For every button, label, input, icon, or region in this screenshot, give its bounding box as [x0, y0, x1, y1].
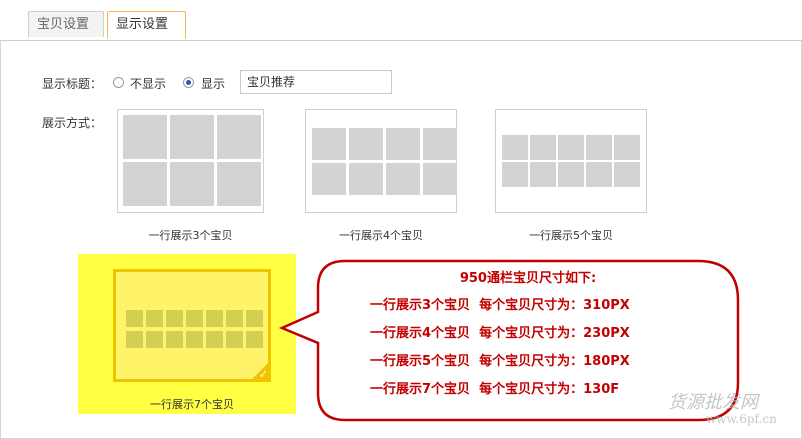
- callout-line: 一行展示4个宝贝 每个宝贝尺寸为：230PX: [370, 326, 630, 341]
- callout-line: 一行展示3个宝贝 每个宝贝尺寸为：310PX: [370, 298, 630, 313]
- callout-title: 950通栏宝贝尺寸如下:: [459, 271, 597, 286]
- watermark-logo: 货源批发网: [668, 392, 758, 413]
- watermark-url: www.6pf.cn: [706, 412, 777, 426]
- callout-line: 一行展示5个宝贝 每个宝贝尺寸为：180PX: [370, 354, 630, 369]
- callout-line: 一行展示7个宝贝 每个宝贝尺寸为：130F: [370, 382, 620, 397]
- callout-bubble: [278, 259, 740, 422]
